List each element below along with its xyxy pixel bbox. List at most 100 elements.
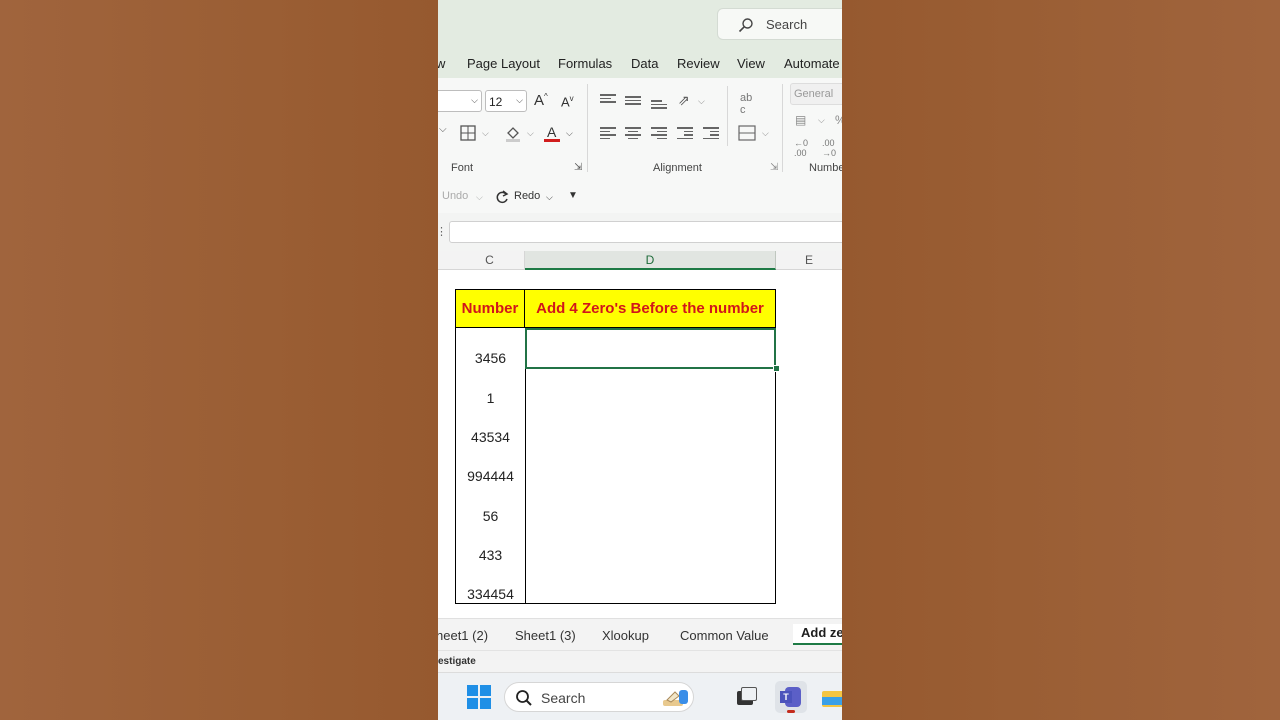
ribbon-separator: [782, 84, 783, 172]
chevron-down-icon[interactable]: ⌵: [762, 128, 769, 139]
table-cell-number[interactable]: 56: [456, 508, 525, 524]
chevron-down-icon[interactable]: ⌵: [698, 96, 705, 107]
decrease-decimal-icon[interactable]: .00 →0: [822, 138, 836, 158]
chevron-down-icon[interactable]: ⌵: [818, 115, 825, 126]
column-divider: [525, 328, 526, 603]
chevron-down-icon[interactable]: ⌵: [476, 192, 483, 203]
dialog-launcher-icon[interactable]: ⇲: [574, 162, 582, 173]
percent-icon[interactable]: %: [835, 113, 842, 127]
fill-color-icon[interactable]: [504, 124, 522, 142]
status-text[interactable]: estigate: [438, 656, 476, 667]
bottom-align-icon[interactable]: [651, 100, 667, 112]
tab-view[interactable]: View: [737, 56, 765, 71]
align-left-icon[interactable]: [600, 127, 616, 139]
excel-window: Search w Page Layout Formulas Data Revie…: [438, 0, 842, 720]
title-bar: Search: [438, 0, 842, 47]
worksheet-grid[interactable]: Number Add 4 Zero's Before the number 34…: [438, 270, 842, 618]
column-header-e[interactable]: E: [776, 251, 842, 270]
align-center-icon[interactable]: [625, 127, 641, 139]
merge-center-icon[interactable]: [738, 125, 756, 141]
tab-automate[interactable]: Automate: [784, 56, 840, 71]
tab-formulas[interactable]: Formulas: [558, 56, 612, 71]
sheet-tab-sheet1-2[interactable]: heet1 (2): [438, 628, 488, 643]
align-right-icon[interactable]: [651, 127, 667, 139]
decrease-indent-icon[interactable]: [677, 127, 693, 139]
chevron-down-icon[interactable]: ⌵: [439, 124, 447, 135]
number-group-label: Numbe: [809, 162, 842, 174]
redo-icon[interactable]: [494, 188, 510, 204]
increase-font-icon[interactable]: A^: [534, 92, 548, 109]
column-header-d[interactable]: D: [525, 251, 776, 270]
search-icon: [738, 18, 753, 33]
chevron-down-icon[interactable]: ⌵: [546, 192, 553, 203]
ribbon-separator: [727, 86, 728, 146]
formula-bar: ⋮: [438, 213, 842, 251]
header-number[interactable]: Number: [456, 290, 525, 328]
top-align-icon[interactable]: [600, 94, 616, 106]
wrap-text-icon[interactable]: ab c: [740, 92, 752, 116]
table-cell-number[interactable]: 3456: [456, 350, 525, 366]
taskbar-search-label: Search: [541, 690, 586, 706]
fill-handle[interactable]: [773, 365, 780, 372]
tab-page-layout[interactable]: Page Layout: [467, 56, 540, 71]
number-format-combo[interactable]: General: [790, 83, 842, 105]
taskbar-search-box[interactable]: Search: [504, 682, 694, 712]
table-cell-number[interactable]: 334454: [456, 586, 525, 602]
accounting-format-icon[interactable]: ▤: [795, 113, 806, 127]
font-color-icon[interactable]: A: [544, 124, 560, 142]
column-header-b[interactable]: [438, 251, 455, 270]
tab-data[interactable]: Data: [631, 56, 658, 71]
data-table: Number Add 4 Zero's Before the number 34…: [455, 289, 776, 604]
decrease-font-icon[interactable]: Av: [561, 94, 574, 109]
blurred-backdrop-right: [842, 0, 1280, 720]
tab-review[interactable]: Review: [677, 56, 720, 71]
sheet-tabs: heet1 (2) Sheet1 (3) Xlookup Common Valu…: [438, 618, 842, 651]
sheet-tab-common-value[interactable]: Common Value: [680, 628, 769, 643]
font-name-combo[interactable]: ⌵: [438, 90, 482, 112]
header-add-zeros[interactable]: Add 4 Zero's Before the number: [525, 290, 775, 328]
task-view-icon[interactable]: [729, 681, 761, 713]
chevron-down-icon[interactable]: ⌵: [482, 128, 489, 139]
sheet-tab-sheet1-3[interactable]: Sheet1 (3): [515, 628, 576, 643]
font-size-value: 12: [489, 95, 503, 109]
undo-button[interactable]: Undo: [442, 190, 468, 202]
chevron-down-icon[interactable]: ⌵: [527, 128, 534, 139]
formula-input[interactable]: [449, 221, 842, 243]
middle-align-icon[interactable]: [625, 96, 641, 108]
table-cell-number[interactable]: 994444: [456, 468, 525, 484]
orientation-icon[interactable]: ⇗: [678, 92, 690, 109]
teams-icon[interactable]: T: [775, 681, 807, 713]
chevron-down-icon: ⌵: [471, 95, 478, 105]
alignment-group-label: Alignment: [653, 162, 702, 174]
chevron-down-icon[interactable]: ⌵: [566, 128, 573, 139]
customize-qat-icon[interactable]: ▼: [568, 190, 578, 201]
borders-icon[interactable]: [460, 125, 476, 141]
windows-start-icon[interactable]: [467, 685, 491, 709]
active-cell-d[interactable]: [525, 328, 776, 369]
tab-review-partial[interactable]: w: [438, 56, 445, 71]
more-icon[interactable]: ⋮: [438, 225, 447, 238]
font-size-combo[interactable]: 12 ⌵: [485, 90, 527, 112]
number-format-value: General: [794, 88, 834, 100]
taskbar: Search T: [438, 672, 842, 720]
dialog-launcher-icon[interactable]: ⇲: [770, 162, 778, 173]
ribbon-separator: [587, 84, 588, 172]
table-cell-number[interactable]: 433: [456, 547, 525, 563]
file-explorer-icon[interactable]: [822, 681, 842, 713]
title-search-box[interactable]: Search: [717, 8, 842, 40]
redo-button[interactable]: Redo: [514, 190, 540, 202]
increase-decimal-icon[interactable]: ←0.00: [794, 138, 808, 158]
increase-indent-icon[interactable]: [703, 127, 719, 139]
search-label: Search: [766, 17, 808, 32]
quick-access-toolbar: Undo ⌵ Redo ⌵ ▼: [438, 180, 842, 214]
ribbon: ⌵ 12 ⌵ A^ Av ⌵ ⌵ ⌵ A ⌵ Font ⇲ ⇗ ⌵ ab c ⌵…: [438, 78, 842, 181]
font-group-label: Font: [451, 162, 474, 174]
table-cell-number[interactable]: 1: [456, 390, 525, 406]
search-icon: [516, 690, 532, 706]
status-bar: estigate: [438, 650, 842, 673]
sheet-tab-xlookup[interactable]: Xlookup: [602, 628, 649, 643]
column-header-c[interactable]: C: [455, 251, 525, 270]
search-highlight-icon: [663, 690, 688, 706]
table-cell-number[interactable]: 43534: [456, 429, 525, 445]
sheet-tab-add-zeros[interactable]: Add ze: [793, 624, 842, 645]
